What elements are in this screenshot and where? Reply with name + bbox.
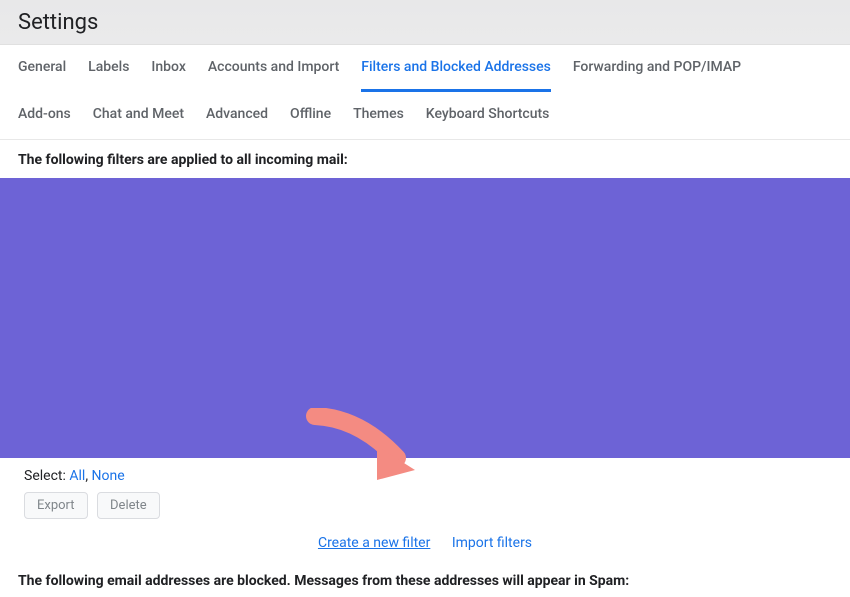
tab-inbox[interactable]: Inbox xyxy=(151,45,185,92)
blocked-section: The following email addresses are blocke… xyxy=(0,565,850,597)
create-filter-link[interactable]: Create a new filter xyxy=(318,535,430,551)
select-row: Select: All, None xyxy=(0,458,850,490)
tab-forwarding-pop-imap[interactable]: Forwarding and POP/IMAP xyxy=(573,45,741,92)
tab-keyboard-shortcuts[interactable]: Keyboard Shortcuts xyxy=(426,92,550,139)
tab-filters-blocked[interactable]: Filters and Blocked Addresses xyxy=(361,45,551,92)
select-all-link[interactable]: All xyxy=(69,468,85,484)
blocked-heading: The following email addresses are blocke… xyxy=(18,573,832,589)
tab-add-ons[interactable]: Add-ons xyxy=(18,92,71,139)
settings-header: Settings xyxy=(0,0,850,45)
tab-general[interactable]: General xyxy=(18,45,66,92)
tab-labels[interactable]: Labels xyxy=(88,45,129,92)
tab-chat-meet[interactable]: Chat and Meet xyxy=(93,92,184,139)
filters-heading: The following filters are applied to all… xyxy=(18,152,832,168)
import-filters-link[interactable]: Import filters xyxy=(452,535,532,551)
tab-offline[interactable]: Offline xyxy=(290,92,331,139)
filters-section: The following filters are applied to all… xyxy=(0,140,850,176)
tab-advanced[interactable]: Advanced xyxy=(206,92,268,139)
tab-accounts-import[interactable]: Accounts and Import xyxy=(208,45,339,92)
filters-list-area xyxy=(0,178,850,458)
select-label: Select: xyxy=(24,468,66,484)
select-none-link[interactable]: None xyxy=(92,468,125,484)
page-title: Settings xyxy=(18,10,832,35)
filter-actions: Export Delete xyxy=(0,490,850,529)
export-button[interactable]: Export xyxy=(24,492,88,519)
filter-links: Create a new filter Import filters xyxy=(0,529,850,565)
delete-button[interactable]: Delete xyxy=(97,492,160,519)
settings-tabs: General Labels Inbox Accounts and Import… xyxy=(0,45,850,140)
tab-themes[interactable]: Themes xyxy=(353,92,404,139)
